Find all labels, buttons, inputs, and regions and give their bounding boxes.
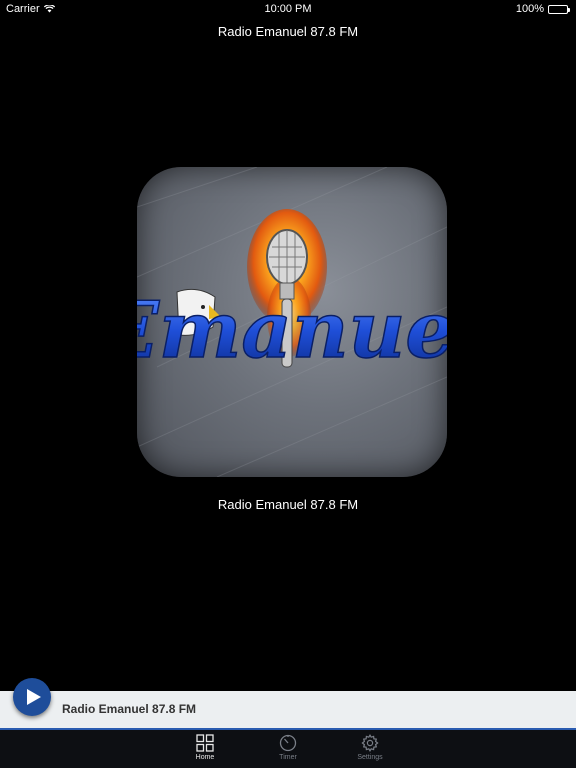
timer-icon: [279, 734, 297, 752]
status-battery: 100%: [515, 3, 570, 15]
tab-settings[interactable]: Settings: [340, 734, 400, 761]
page-title: Radio Emanuel 87.8 FM: [217, 24, 359, 39]
play-button[interactable]: [13, 678, 51, 716]
battery-percent: 100%: [515, 3, 544, 15]
grid-icon: [196, 734, 214, 752]
tab-home-label: Home: [195, 754, 215, 761]
tab-settings-label: Settings: [357, 754, 383, 761]
tab-bar: Home Timer Settings: [0, 728, 576, 768]
tab-timer-label: Timer: [279, 754, 297, 761]
station-artwork: Emanuel: [137, 167, 447, 477]
tab-timer[interactable]: Timer: [258, 734, 318, 761]
now-playing-title: Radio Emanuel 87.8 FM: [62, 702, 197, 716]
station-name: Radio Emanuel 87.8 FM: [217, 497, 359, 512]
battery-icon: [548, 4, 570, 14]
gear-icon: [361, 734, 379, 752]
mini-player[interactable]: Radio Emanuel 87.8 FM: [0, 691, 576, 728]
status-time: 10:00 PM: [264, 3, 312, 15]
status-bar: Carrier 10:00 PM 100%: [0, 0, 576, 18]
logo-text: Emanuel: [137, 285, 447, 376]
tab-home[interactable]: Home: [175, 734, 235, 761]
station-logo: Emanuel: [137, 167, 447, 477]
play-icon: [26, 689, 41, 705]
